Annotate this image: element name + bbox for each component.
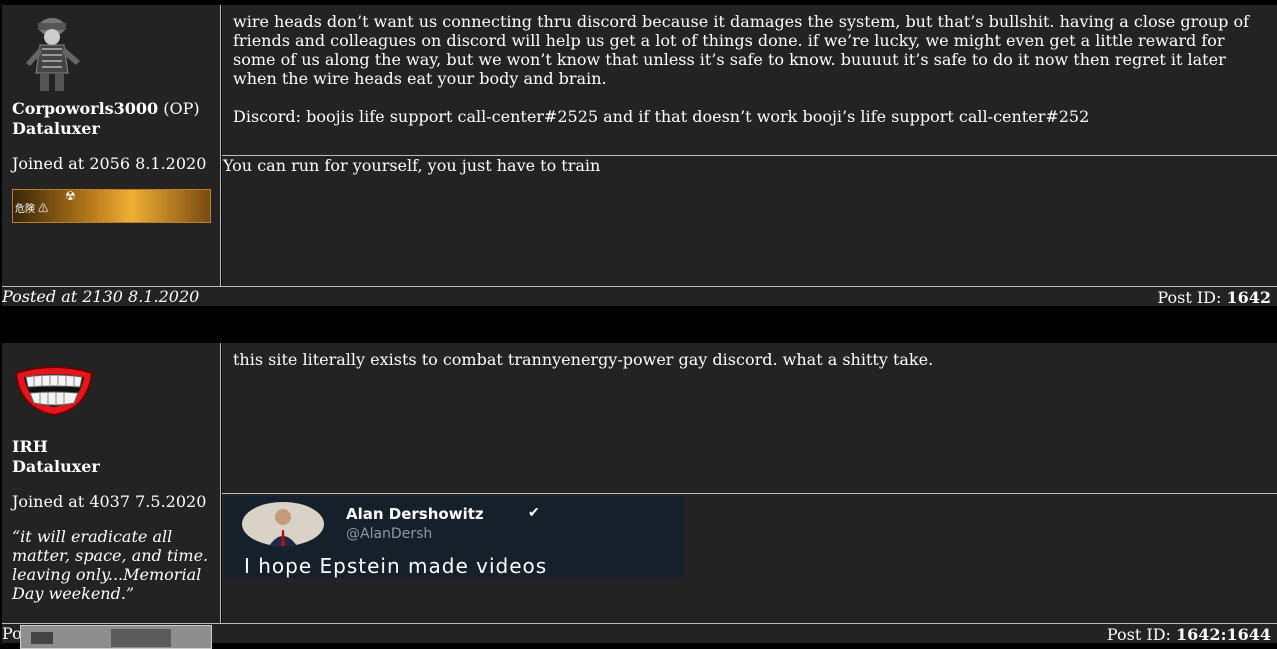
avatar[interactable]: [14, 363, 94, 419]
user-sidebar: IRH Dataluxer Joined at 4037 7.5.2020 “i…: [2, 343, 221, 623]
user-info: IRH Dataluxer: [12, 437, 100, 477]
user-sidebar: Corpoworls3000 (OP) Dataluxer Joined at …: [2, 5, 221, 286]
username[interactable]: Corpoworls3000: [12, 99, 158, 118]
tweet-handle: @AlanDersh: [346, 526, 433, 542]
avatar[interactable]: [12, 13, 94, 95]
user-info: Corpoworls3000 (OP) Dataluxer: [12, 99, 200, 139]
reply-text: You can run for yourself, you just have …: [223, 156, 601, 175]
joined-date: Joined at 2056 8.1.2020: [12, 154, 207, 173]
op-tag: (OP): [163, 99, 200, 118]
post-footer: Posted at 2130 8.1.2020 Post ID: 1642: [2, 286, 1277, 307]
tweet-name: Alan Dershowitz: [346, 505, 484, 523]
tweet-avatar: [242, 502, 324, 546]
post-footer: Po Post ID: 1642:1644: [2, 623, 1277, 649]
post-content: wire heads don’t want us connecting thru…: [222, 5, 1277, 286]
tweet-text: I hope Epstein made videos: [244, 554, 548, 578]
reply-block: Alan Dershowitz ✔ @AlanDersh I hope Epst…: [222, 493, 1277, 624]
post-id-link[interactable]: 1642: [1226, 288, 1271, 307]
hazard-icon: ☢: [65, 189, 76, 203]
post-id: Post ID: 1642: [1157, 288, 1271, 307]
reply-block: You can run for yourself, you just have …: [222, 155, 1277, 287]
user-rank: Dataluxer: [12, 457, 100, 476]
post-body: this site literally exists to combat tra…: [222, 343, 1277, 376]
post-id: Post ID: 1642:1644: [1106, 625, 1271, 644]
post-body: wire heads don’t want us connecting thru…: [222, 5, 1277, 133]
user-rank: Dataluxer: [12, 119, 100, 138]
post-content: this site literally exists to combat tra…: [222, 343, 1277, 623]
post-text-discord: Discord: boojis life support call-center…: [233, 107, 1090, 126]
verified-icon: ✔: [528, 505, 540, 521]
post-text: wire heads don’t want us connecting thru…: [233, 12, 1250, 88]
user-badge: [20, 625, 212, 649]
post-text: this site literally exists to combat tra…: [233, 350, 934, 369]
post-1: Corpoworls3000 (OP) Dataluxer Joined at …: [0, 5, 1277, 307]
posted-date: Po: [2, 624, 22, 643]
user-badge: 危険 ⚠ ☢: [12, 189, 211, 223]
username[interactable]: IRH: [12, 437, 48, 456]
posted-date: Posted at 2130 8.1.2020: [2, 287, 200, 306]
post-id-link[interactable]: 1642:1644: [1176, 625, 1271, 644]
post-2: IRH Dataluxer Joined at 4037 7.5.2020 “i…: [0, 343, 1277, 649]
joined-date: Joined at 4037 7.5.2020: [12, 492, 207, 511]
tweet-image[interactable]: Alan Dershowitz ✔ @AlanDersh I hope Epst…: [224, 496, 684, 578]
user-signature-quote: “it will eradicate all matter, space, an…: [12, 527, 209, 603]
